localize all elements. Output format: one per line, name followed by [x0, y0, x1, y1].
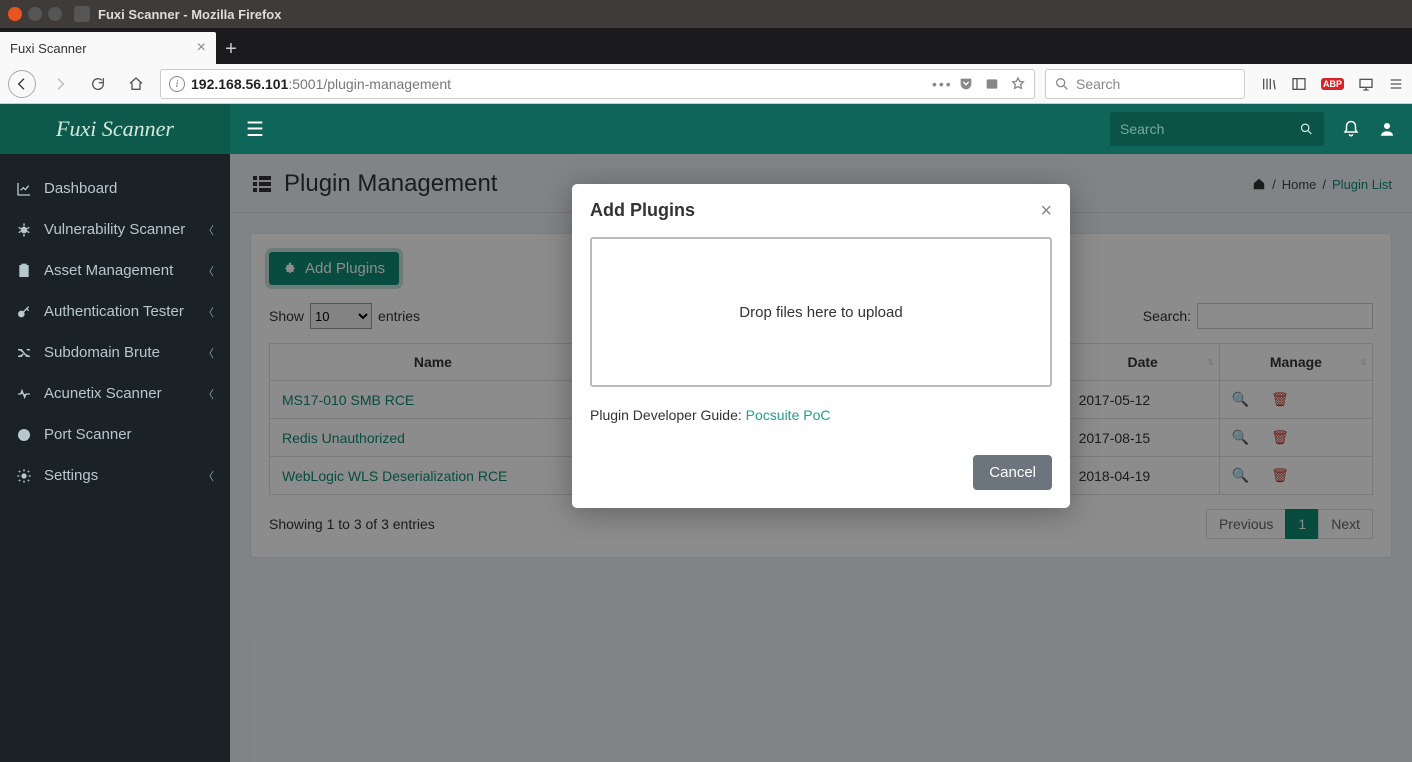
user-icon[interactable] — [1378, 120, 1396, 138]
add-plugins-modal: Add Plugins × Drop files here to upload … — [572, 184, 1070, 508]
dropzone-text: Drop files here to upload — [739, 304, 902, 321]
browser-tab-strip: Fuxi Scanner × + — [0, 28, 1412, 64]
modal-title: Add Plugins — [590, 200, 695, 221]
target-icon — [16, 427, 32, 443]
sidebar-item-port-scanner[interactable]: Port Scanner — [0, 414, 230, 455]
sidebar-item-auth-tester[interactable]: Authentication Tester 〈 — [0, 291, 230, 332]
sidebar-item-label: Authentication Tester — [44, 303, 184, 320]
window-maximize-button[interactable] — [48, 7, 62, 21]
chevron-left-icon: 〈 — [203, 345, 214, 361]
os-titlebar: Fuxi Scanner - Mozilla Firefox — [0, 0, 1412, 28]
back-button[interactable] — [8, 70, 36, 98]
sidebar-item-label: Dashboard — [44, 180, 117, 197]
guide-link[interactable]: Pocsuite PoC — [746, 407, 831, 423]
site-info-icon[interactable]: i — [169, 76, 185, 92]
cancel-button[interactable]: Cancel — [973, 455, 1052, 490]
reader-icon[interactable] — [984, 76, 1000, 92]
random-icon — [16, 345, 32, 361]
chevron-left-icon: 〈 — [203, 468, 214, 484]
url-host: 192.168.56.101:5001/plugin-management — [191, 76, 451, 92]
browser-search-input[interactable]: Search — [1045, 69, 1245, 99]
sidebar-icon[interactable] — [1291, 76, 1307, 92]
url-actions: ••• — [932, 76, 1026, 92]
sidebar-item-asset-management[interactable]: Asset Management 〈 — [0, 250, 230, 291]
search-placeholder: Search — [1076, 76, 1120, 92]
firefox-icon — [74, 6, 90, 22]
browser-tab[interactable]: Fuxi Scanner × — [0, 32, 216, 64]
bell-icon[interactable] — [1342, 120, 1360, 138]
main-content: Plugin Management / Home / Plugin List A… — [230, 154, 1412, 762]
dev-guide: Plugin Developer Guide: Pocsuite PoC — [590, 407, 1052, 423]
reload-button[interactable] — [84, 70, 112, 98]
sidebar-item-label: Port Scanner — [44, 426, 132, 443]
sidebar-item-label: Asset Management — [44, 262, 173, 279]
home-button[interactable] — [122, 70, 150, 98]
new-tab-button[interactable]: + — [216, 34, 246, 64]
clipboard-icon — [16, 263, 32, 279]
gear-icon — [16, 468, 32, 484]
heartbeat-icon — [16, 386, 32, 402]
search-icon — [1054, 76, 1070, 92]
search-icon[interactable] — [1299, 121, 1314, 137]
screen-icon[interactable] — [1358, 76, 1374, 92]
window-minimize-button[interactable] — [28, 7, 42, 21]
modal-close-button[interactable]: × — [1040, 201, 1052, 221]
chevron-left-icon: 〈 — [203, 386, 214, 402]
bug-icon — [16, 222, 32, 238]
chart-line-icon — [16, 181, 32, 197]
window-title: Fuxi Scanner - Mozilla Firefox — [98, 7, 281, 22]
pocket-icon[interactable] — [958, 76, 974, 92]
sidebar-item-subdomain-brute[interactable]: Subdomain Brute 〈 — [0, 332, 230, 373]
bookmark-star-icon[interactable] — [1010, 76, 1026, 92]
app-search[interactable] — [1110, 112, 1324, 146]
key-icon — [16, 304, 32, 320]
sidebar-item-acunetix[interactable]: Acunetix Scanner 〈 — [0, 373, 230, 414]
more-icon[interactable]: ••• — [932, 76, 948, 92]
chevron-left-icon: 〈 — [203, 263, 214, 279]
sidebar: Dashboard Vulnerability Scanner 〈 Asset … — [0, 104, 230, 762]
adblock-icon[interactable]: ABP — [1321, 78, 1344, 90]
url-input[interactable]: i 192.168.56.101:5001/plugin-management … — [160, 69, 1035, 99]
tab-close-icon[interactable]: × — [197, 40, 206, 56]
file-dropzone[interactable]: Drop files here to upload — [590, 237, 1052, 387]
sidebar-item-label: Vulnerability Scanner — [44, 221, 185, 238]
sidebar-item-label: Acunetix Scanner — [44, 385, 162, 402]
chevron-left-icon: 〈 — [203, 304, 214, 320]
tab-title: Fuxi Scanner — [10, 41, 87, 56]
chevron-left-icon: 〈 — [203, 222, 214, 238]
forward-button[interactable] — [46, 70, 74, 98]
sidebar-item-dashboard[interactable]: Dashboard — [0, 168, 230, 209]
sidebar-toggle-button[interactable]: ☰ — [246, 117, 264, 142]
app-search-input[interactable] — [1120, 121, 1299, 137]
browser-toolbar: i 192.168.56.101:5001/plugin-management … — [0, 64, 1412, 104]
sidebar-item-settings[interactable]: Settings 〈 — [0, 455, 230, 496]
sidebar-item-label: Settings — [44, 467, 98, 484]
menu-icon[interactable] — [1388, 76, 1404, 92]
sidebar-item-vuln-scanner[interactable]: Vulnerability Scanner 〈 — [0, 209, 230, 250]
sidebar-item-label: Subdomain Brute — [44, 344, 160, 361]
brand-logo[interactable]: Fuxi Scanner — [0, 104, 230, 154]
window-close-button[interactable] — [8, 7, 22, 21]
library-icon[interactable] — [1261, 76, 1277, 92]
